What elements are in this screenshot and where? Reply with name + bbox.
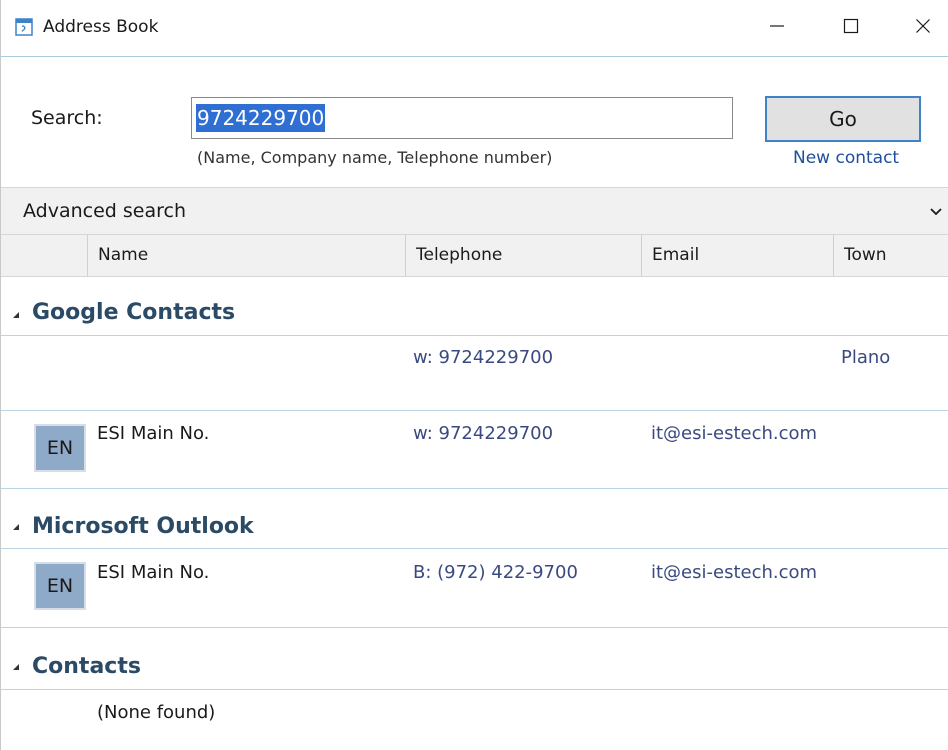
- collapse-triangle-icon[interactable]: [13, 524, 19, 530]
- table-row[interactable]: w: 9724229700 Plano: [1, 335, 948, 411]
- column-header-row: Name Telephone Email Town: [1, 235, 948, 277]
- address-book-icon: [15, 18, 33, 36]
- go-button[interactable]: Go: [765, 96, 921, 142]
- column-header-name[interactable]: Name: [87, 235, 405, 276]
- group-title: Google Contacts: [32, 300, 236, 325]
- close-icon: [915, 18, 931, 38]
- advanced-search-expander[interactable]: Advanced search: [1, 187, 948, 235]
- maximize-button[interactable]: [821, 0, 881, 56]
- search-input-value: 9724229700: [196, 104, 326, 132]
- search-label: Search:: [31, 107, 103, 129]
- column-header-telephone[interactable]: Telephone: [405, 235, 641, 276]
- contact-telephone: B: (972) 422-9700: [413, 562, 578, 583]
- minimize-button[interactable]: [747, 0, 807, 56]
- collapse-triangle-icon[interactable]: [13, 664, 19, 670]
- table-row[interactable]: EN ESI Main No. B: (972) 422-9700 it@esi…: [1, 548, 948, 628]
- empty-group-text: (None found): [97, 702, 216, 723]
- chevron-down-icon: [929, 204, 943, 223]
- table-row[interactable]: EN ESI Main No. w: 9724229700 it@esi-est…: [1, 410, 948, 489]
- search-input[interactable]: 9724229700: [191, 97, 733, 139]
- maximize-icon: [843, 18, 859, 38]
- contact-email: it@esi-estech.com: [651, 562, 818, 583]
- contact-telephone: w: 9724229700: [413, 423, 554, 444]
- column-header-email[interactable]: Email: [641, 235, 833, 276]
- title-bar[interactable]: Address Book: [1, 0, 948, 57]
- minimize-icon: [769, 18, 785, 38]
- group-header-contacts[interactable]: Contacts: [1, 627, 948, 690]
- contact-telephone: w: 9724229700: [413, 347, 554, 368]
- avatar: EN: [34, 562, 86, 610]
- close-button[interactable]: [893, 0, 948, 56]
- group-title: Contacts: [32, 654, 141, 679]
- contact-email: it@esi-estech.com: [651, 423, 818, 444]
- contact-town: Plano: [841, 347, 891, 368]
- search-hint: (Name, Company name, Telephone number): [197, 148, 553, 167]
- group-header-google-contacts[interactable]: Google Contacts: [1, 277, 948, 336]
- collapse-triangle-icon[interactable]: [13, 312, 19, 318]
- column-header-town[interactable]: Town: [833, 235, 948, 276]
- advanced-search-label: Advanced search: [23, 200, 187, 222]
- window-title: Address Book: [43, 17, 159, 37]
- contact-name: ESI Main No.: [97, 423, 210, 444]
- address-book-window: Address Book Search: 9724229700 (Name, C…: [0, 0, 948, 750]
- contact-name: ESI Main No.: [97, 562, 210, 583]
- avatar: EN: [34, 424, 86, 472]
- group-header-microsoft-outlook[interactable]: Microsoft Outlook: [1, 488, 948, 549]
- new-contact-link[interactable]: New contact: [793, 148, 899, 168]
- group-title: Microsoft Outlook: [32, 514, 254, 539]
